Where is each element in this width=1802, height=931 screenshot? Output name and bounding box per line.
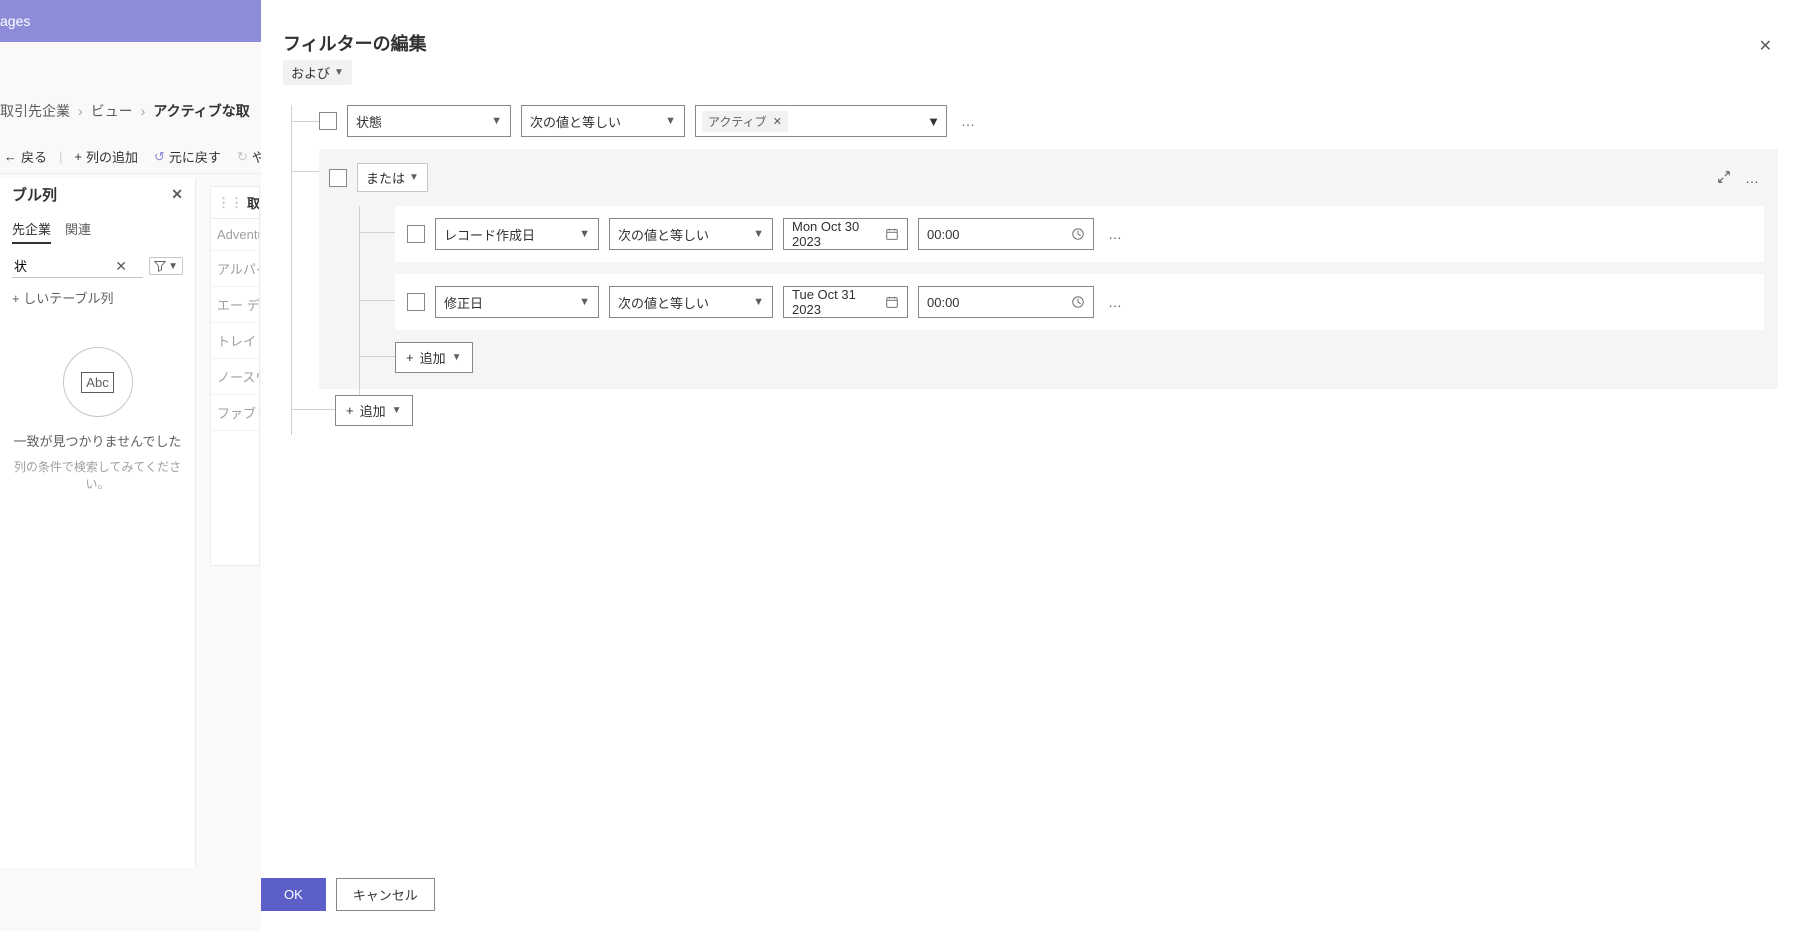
time-input[interactable]: 00:00 (918, 218, 1094, 250)
chevron-right-icon: › (78, 103, 83, 119)
empty-msg-1: 一致が見つかりませんでした (12, 431, 183, 450)
operator-select[interactable]: 次の値と等しい▼ (609, 286, 773, 318)
remove-chip-icon[interactable]: ✕ (773, 115, 782, 128)
brand-text: ages (0, 13, 30, 29)
chevron-right-icon: › (141, 103, 146, 119)
empty-state: Abc 一致が見つかりませんでした 列の条件で検索してみてください。 (12, 347, 183, 492)
calendar-icon (885, 295, 899, 309)
chevron-down-icon: ▼ (753, 228, 764, 240)
filter-tree: 状態 ▼ 次の値と等しい ▼ アクティブ ✕ ▼ … (291, 105, 1778, 426)
root-and-operator[interactable]: および ▼ (283, 60, 352, 85)
list-item[interactable]: ファブリ (211, 395, 259, 431)
crumb-1[interactable]: 取引先企業 (0, 101, 70, 121)
collapse-group-icon[interactable] (1717, 170, 1731, 186)
ok-button[interactable]: OK (261, 878, 326, 911)
chevron-down-icon: ▼ (334, 67, 344, 78)
panel-footer: OK キャンセル (261, 878, 435, 911)
back-icon: ← (4, 149, 17, 164)
plus-icon: + (406, 350, 414, 365)
redo-icon: ↻ (237, 149, 248, 165)
panel-title: フィルターの編集 (283, 30, 1778, 56)
data-list-panel: ⋮⋮ 取引先企 Adventur アルパイ エー デー トレイ リ ノースウ フ… (210, 186, 260, 566)
group-more-menu[interactable]: … (1741, 170, 1764, 186)
row-checkbox[interactable] (407, 293, 425, 311)
chevron-down-icon: ▼ (392, 405, 402, 416)
filter-edit-panel: フィルターの編集 および ▼ ✕ 状態 ▼ 次の値と等しい ▼ ア (261, 0, 1802, 931)
time-input[interactable]: 00:00 (918, 286, 1094, 318)
row-checkbox[interactable] (319, 112, 337, 130)
columns-sidebar: ブル列 ✕ 先企業 関連 ✕ ▼ + しいテーブル列 Abc 一致が見つかりませ… (0, 178, 196, 868)
chevron-down-icon: ▼ (409, 172, 419, 183)
list-item[interactable]: エー デー (211, 287, 259, 323)
view-toolbar: ←戻る | +列の追加 ↺元に戻す ↻やり (0, 140, 261, 174)
group-checkbox[interactable] (329, 169, 347, 187)
undo-button[interactable]: ↺元に戻す (150, 147, 225, 166)
sidebar-tabs: 先企業 関連 (12, 219, 183, 244)
filter-icon (154, 260, 166, 272)
row-more-menu[interactable]: … (957, 113, 980, 129)
value-chip: アクティブ ✕ (702, 111, 788, 132)
row-more-menu[interactable]: … (1104, 294, 1127, 310)
add-condition-button[interactable]: + 追加 ▼ (395, 342, 473, 373)
clock-icon (1071, 227, 1085, 241)
chevron-down-icon: ▼ (579, 228, 590, 240)
list-item[interactable]: トレイ リ (211, 323, 259, 359)
add-condition-button[interactable]: + 追加 ▼ (335, 395, 413, 426)
clear-search-icon[interactable]: ✕ (115, 258, 127, 275)
crumb-2[interactable]: ビュー (91, 101, 133, 121)
add-column-button[interactable]: +列の追加 (70, 147, 142, 166)
back-button[interactable]: ←戻る (0, 147, 51, 166)
tab-related[interactable]: 関連 (65, 219, 91, 244)
tab-primary[interactable]: 先企業 (12, 219, 51, 244)
filter-dropdown-button[interactable]: ▼ (149, 257, 183, 275)
empty-msg-2: 列の条件で検索してみてください。 (12, 458, 183, 492)
chevron-down-icon: ▼ (927, 114, 940, 129)
calendar-icon (885, 227, 899, 241)
list-item[interactable]: アルパイ (211, 251, 259, 287)
list-item[interactable]: Adventur (211, 219, 259, 251)
close-sidebar-icon[interactable]: ✕ (171, 186, 183, 203)
close-panel-icon[interactable]: ✕ (1759, 36, 1772, 56)
group-or-operator[interactable]: または ▼ (357, 163, 428, 192)
operator-select[interactable]: 次の値と等しい▼ (609, 218, 773, 250)
row-checkbox[interactable] (407, 225, 425, 243)
plus-icon: + (12, 291, 23, 306)
sidebar-title: ブル列 (12, 184, 57, 205)
grip-icon: ⋮⋮ (217, 195, 243, 211)
field-select[interactable]: レコード作成日▼ (435, 218, 599, 250)
filter-condition-row: 状態 ▼ 次の値と等しい ▼ アクティブ ✕ ▼ … (319, 105, 1778, 137)
value-multiselect[interactable]: アクティブ ✕ ▼ (695, 105, 947, 137)
data-list-header: ⋮⋮ 取引先企 (211, 187, 259, 219)
cancel-button[interactable]: キャンセル (336, 878, 435, 911)
breadcrumb: 取引先企業 › ビュー › アクティブな取 (0, 96, 261, 126)
clock-icon (1071, 295, 1085, 309)
or-group: または ▼ … (319, 149, 1778, 389)
chevron-down-icon: ▼ (491, 115, 502, 127)
list-item[interactable]: ノースウ (211, 359, 259, 395)
field-select[interactable]: 修正日▼ (435, 286, 599, 318)
empty-icon: Abc (63, 347, 133, 417)
chevron-down-icon: ▼ (665, 115, 676, 127)
chevron-down-icon: ▼ (168, 261, 178, 272)
field-select[interactable]: 状態 ▼ (347, 105, 511, 137)
chevron-down-icon: ▼ (753, 296, 764, 308)
redo-button[interactable]: ↻やり (233, 147, 261, 166)
date-input[interactable]: Tue Oct 31 2023 (783, 286, 908, 318)
new-column-link[interactable]: + しいテーブル列 (12, 288, 183, 307)
row-more-menu[interactable]: … (1104, 226, 1127, 242)
undo-icon: ↺ (154, 149, 165, 165)
date-input[interactable]: Mon Oct 30 2023 (783, 218, 908, 250)
chevron-down-icon: ▼ (452, 352, 462, 363)
plus-icon: + (74, 149, 82, 164)
filter-condition-row: レコード作成日▼ 次の値と等しい▼ Mon Oct 30 2023 (395, 206, 1764, 262)
crumb-3: アクティブな取 (153, 101, 249, 121)
app-topbar: ages (0, 0, 261, 42)
filter-condition-row: 修正日▼ 次の値と等しい▼ Tue Oct 31 2023 (395, 274, 1764, 330)
operator-select[interactable]: 次の値と等しい ▼ (521, 105, 685, 137)
plus-icon: + (346, 403, 354, 418)
chevron-down-icon: ▼ (579, 296, 590, 308)
